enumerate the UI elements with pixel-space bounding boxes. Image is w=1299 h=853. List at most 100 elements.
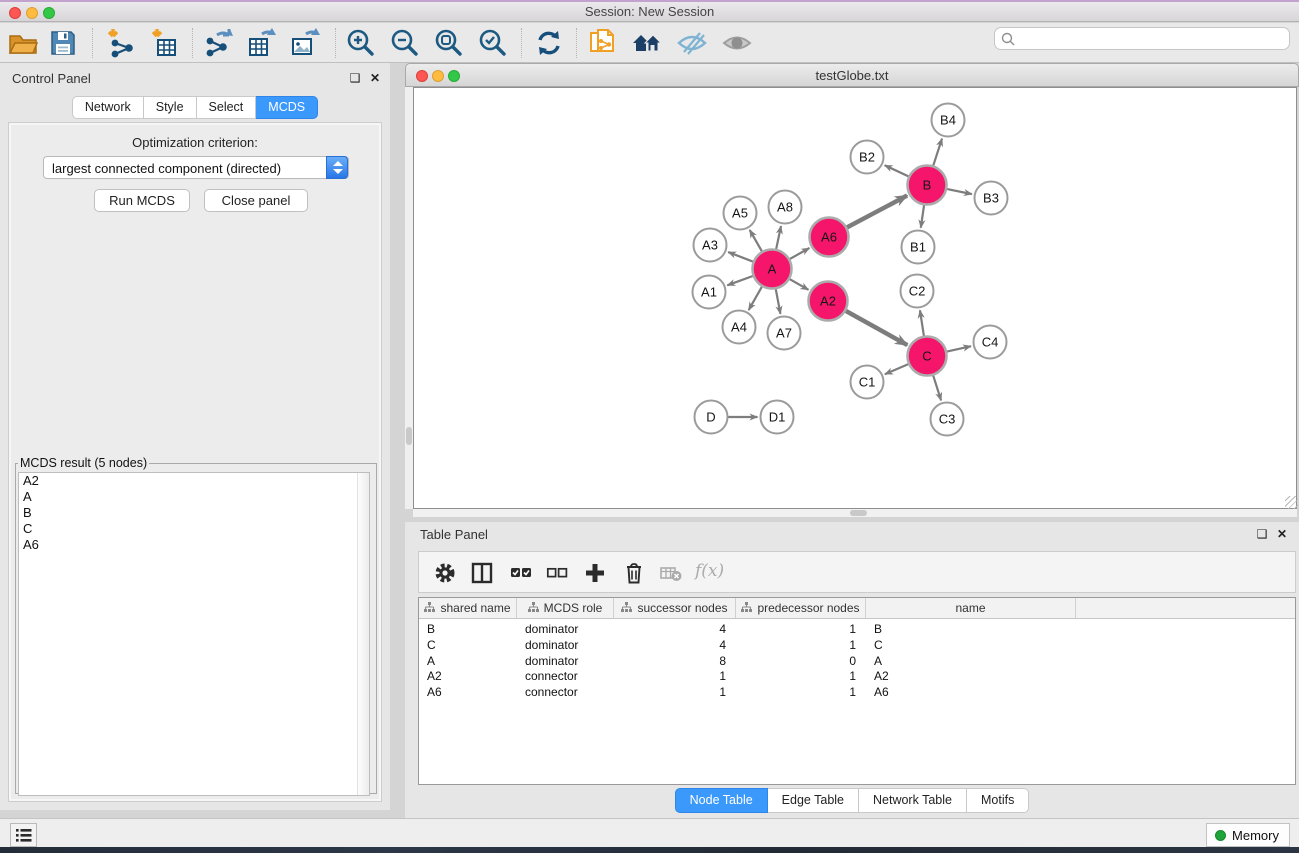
close-window-button[interactable] [9,7,21,19]
save-session-icon[interactable] [47,27,79,59]
float-panel-icon[interactable]: ❑ [348,71,362,85]
search-input[interactable] [1019,29,1279,48]
graph-node-label-A5: A5 [732,206,748,221]
graph-edge-B-B2[interactable] [885,165,911,177]
delete-column-trash-icon[interactable] [622,561,646,585]
network-canvas[interactable]: B4B2BB3A8A5A6A3B1AC2A1A2A4A7C4CC1DD1C3 [413,87,1297,509]
import-network-icon[interactable] [105,27,137,59]
tab-edge-table[interactable]: Edge Table [768,788,859,813]
home-icon[interactable] [631,27,663,59]
maximize-window-button[interactable] [43,7,55,19]
tab-mcds[interactable]: MCDS [256,96,318,119]
graph-edge-A-A2[interactable] [787,278,808,290]
status-bar: Memory [0,818,1299,847]
graph-edge-B-B3[interactable] [944,188,972,194]
task-history-list-icon[interactable] [10,823,37,847]
add-column-plus-icon[interactable] [583,561,607,585]
select-all-icon[interactable] [509,561,533,585]
column-header-MCDS-role[interactable]: MCDS role [517,598,614,618]
network-window-titlebar[interactable]: testGlobe.txt [405,63,1299,87]
first-neighbors-icon[interactable] [587,27,619,59]
import-table-icon[interactable] [148,27,180,59]
table-panel-tabs: Node TableEdge TableNetwork TableMotifs [405,788,1299,813]
mcds-result-item[interactable]: A [19,489,369,505]
graph-node-label-A4: A4 [731,320,747,335]
table-row[interactable]: A2connector11A2 [419,669,1295,685]
export-image-icon[interactable] [289,27,321,59]
mcds-result-item[interactable]: B [19,505,369,521]
mcds-result-item[interactable]: C [19,521,369,537]
search-icon [1001,32,1016,47]
show-eye-icon[interactable] [721,27,753,59]
criterion-dropdown-value: largest connected component (directed) [52,161,281,176]
toolbar-separator [335,28,336,58]
graph-edge-A-A3[interactable] [728,252,755,263]
minimize-network-button[interactable] [432,70,444,82]
close-table-panel-icon[interactable]: ✕ [1275,527,1289,541]
tab-network-table[interactable]: Network Table [859,788,967,813]
zoom-in-icon[interactable] [345,27,377,59]
criterion-dropdown[interactable]: largest connected component (directed) [43,156,349,179]
mcds-result-list[interactable]: A2ABCA6 [18,472,370,796]
tab-network[interactable]: Network [72,96,144,119]
maximize-network-button[interactable] [448,70,460,82]
graph-edge-A-A8[interactable] [776,226,781,252]
graph-edge-A-A4[interactable] [749,284,764,310]
zoom-out-icon[interactable] [389,27,421,59]
column-type-icon [741,601,752,615]
tab-style[interactable]: Style [144,96,197,119]
close-panel-icon[interactable]: ✕ [368,71,382,85]
graph-edge-C-C1[interactable] [885,363,911,374]
open-file-icon[interactable] [7,27,39,59]
column-header-shared-name[interactable]: shared name [419,598,517,618]
column-header-name[interactable]: name [866,598,1076,618]
hscroll-thumb[interactable] [850,510,867,516]
graph-edge-B-B1[interactable] [921,202,925,227]
column-header-predecessor-nodes[interactable]: predecessor nodes [736,598,866,618]
column-type-icon [621,601,632,615]
graph-edge-A-A6[interactable] [787,248,809,260]
graph-edge-A-A5[interactable] [750,230,764,254]
refresh-icon[interactable] [533,27,565,59]
network-graph: B4B2BB3A8A5A6A3B1AC2A1A2A4A7C4CC1DD1C3 [405,87,1299,509]
graph-edge-A2-C[interactable] [843,309,907,345]
minimize-window-button[interactable] [26,7,38,19]
graph-node-label-B4: B4 [940,113,956,128]
graph-edge-C-C3[interactable] [932,373,941,401]
result-list-scrollbar[interactable] [357,473,369,795]
table-row[interactable]: Adominator80A [419,654,1295,670]
hide-eye-icon[interactable] [676,27,708,59]
close-panel-button[interactable]: Close panel [204,189,308,212]
column-visibility-icon[interactable] [470,561,494,585]
table-toolbar: f(x) [418,551,1296,593]
graph-edge-B-B4[interactable] [932,139,942,169]
zoom-fit-icon[interactable] [433,27,465,59]
tab-node-table[interactable]: Node Table [675,788,768,813]
graph-edge-A-A1[interactable] [727,275,755,285]
deselect-all-icon[interactable] [545,561,569,585]
table-row[interactable]: A6connector11A6 [419,685,1295,701]
table-row[interactable]: Bdominator41B [419,622,1295,638]
graph-edge-A6-B[interactable] [844,196,907,229]
column-header-successor-nodes[interactable]: successor nodes [614,598,736,618]
mcds-result-item[interactable]: A6 [19,537,369,553]
float-table-panel-icon[interactable]: ❑ [1255,527,1269,541]
toolbar-separator [576,28,577,58]
table-settings-gear-icon[interactable] [433,561,457,585]
tab-motifs[interactable]: Motifs [967,788,1029,813]
export-network-icon[interactable] [203,27,235,59]
table-row[interactable]: Cdominator41C [419,638,1295,654]
zoom-selected-icon[interactable] [477,27,509,59]
tab-select[interactable]: Select [197,96,257,119]
run-mcds-button[interactable]: Run MCDS [94,189,190,212]
resize-grip-icon[interactable] [1285,496,1298,509]
control-panel-header: Control Panel ❑ ✕ [0,63,390,93]
graph-edge-A-A7[interactable] [775,286,780,314]
network-horizontal-scrollbar[interactable] [413,509,1297,517]
mcds-result-item[interactable]: A2 [19,473,369,489]
export-table-icon[interactable] [246,27,278,59]
close-network-button[interactable] [416,70,428,82]
graph-edge-C-C2[interactable] [920,310,924,338]
memory-button[interactable]: Memory [1206,823,1290,847]
graph-edge-C-C4[interactable] [944,346,971,352]
